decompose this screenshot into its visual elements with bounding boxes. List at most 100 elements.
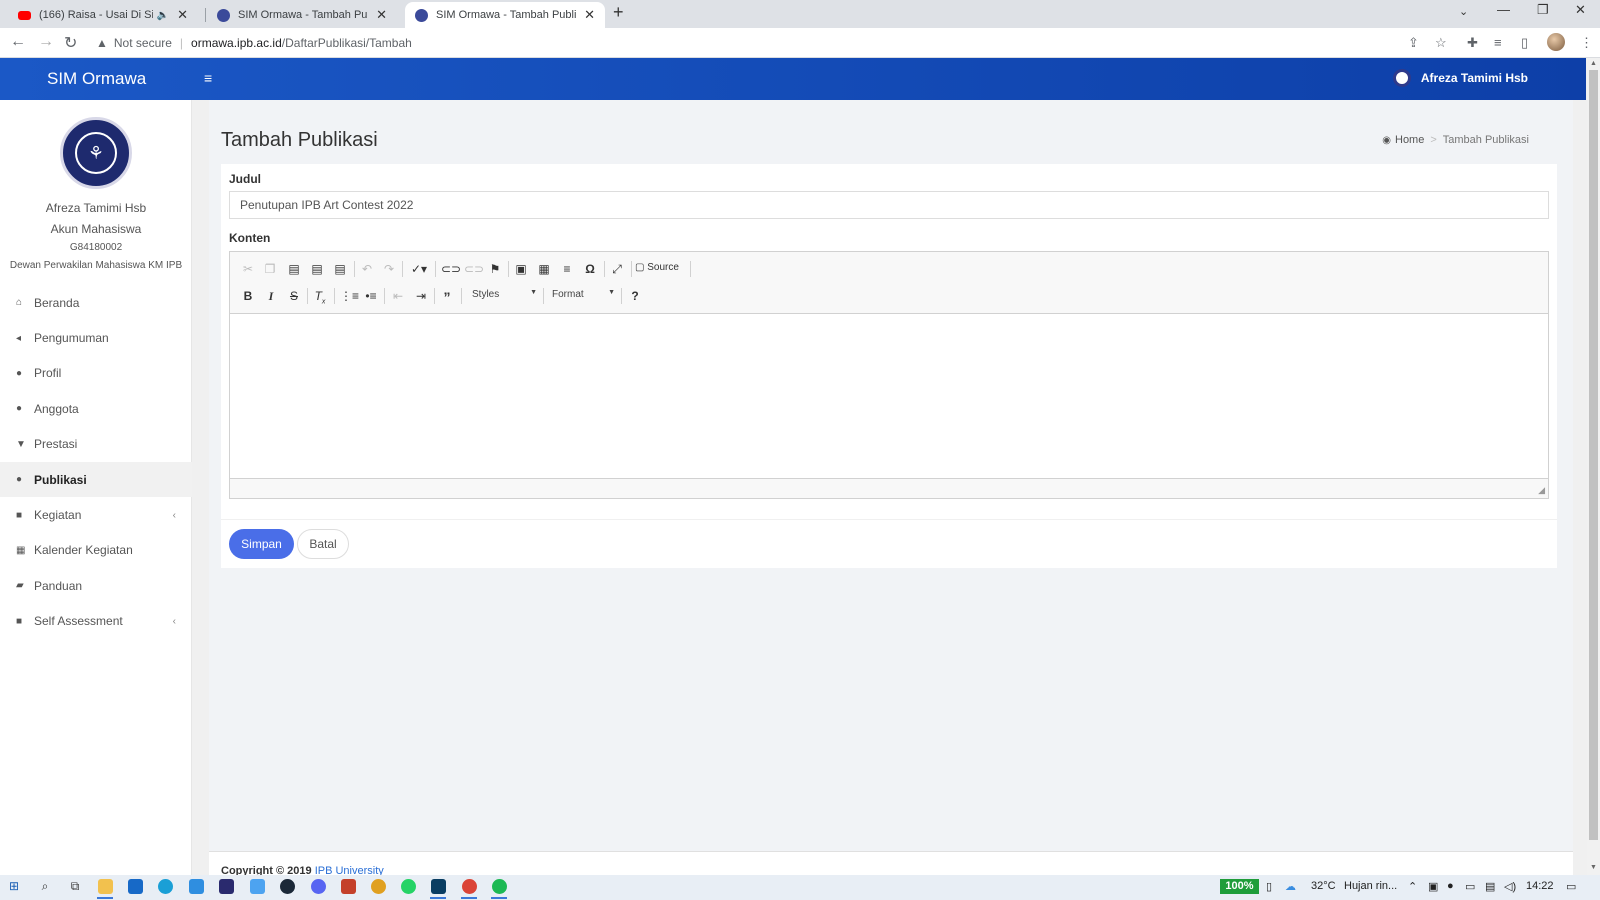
temperature[interactable]: 32°C <box>1311 880 1336 892</box>
batal-button[interactable]: Batal <box>297 529 349 559</box>
share-icon[interactable]: ⇪ <box>1408 35 1419 51</box>
anchor-flag-icon[interactable]: ⚑ <box>487 262 503 276</box>
battery-tray-icon[interactable]: ▭ <box>1465 880 1475 893</box>
numbered-list-icon[interactable]: ⋮≡ <box>340 289 359 303</box>
horizontal-line-icon[interactable]: ≡ <box>559 262 575 276</box>
link-icon[interactable]: ⊂⊃ <box>441 262 461 276</box>
remove-format-icon[interactable]: Tx <box>312 289 328 305</box>
back-icon[interactable]: ← <box>10 33 26 51</box>
sidebar-item-kegiatan[interactable]: ■ Kegiatan ‹ <box>0 497 192 532</box>
battery-icon[interactable]: ▯ <box>1266 880 1272 893</box>
unlink-icon[interactable]: ⊂⊃ <box>464 262 484 276</box>
maximize-icon[interactable]: ⤢ <box>609 262 625 277</box>
resize-handle-icon[interactable]: ◢ <box>1538 485 1545 496</box>
chevron-up-icon[interactable]: ⌃ <box>1408 880 1417 893</box>
whatsapp-icon[interactable] <box>401 879 416 894</box>
minimize-button[interactable]: — <box>1497 2 1510 17</box>
chrome-active-icon[interactable] <box>462 879 477 894</box>
tab-search-icon[interactable]: ⌄ <box>1459 5 1468 18</box>
warning-icon[interactable]: ▲ <box>96 36 108 50</box>
side-panel-icon[interactable]: ▯ <box>1521 35 1528 51</box>
premiere-icon[interactable] <box>219 879 234 894</box>
blockquote-icon[interactable]: ” <box>439 289 455 305</box>
browser-tab-active[interactable]: SIM Ormawa - Tambah Publikasi ✕ <box>405 2 605 28</box>
mail-icon[interactable] <box>128 879 143 894</box>
format-dropdown[interactable]: Format ▼ <box>552 289 615 300</box>
bookmark-star-icon[interactable]: ☆ <box>1435 35 1447 51</box>
editor-content-area[interactable] <box>230 314 1548 478</box>
sidebar-item-pengumuman[interactable]: ◂ Pengumuman <box>0 320 192 355</box>
menu-kebab-icon[interactable]: ⋮ <box>1580 35 1593 51</box>
sidebar-item-prestasi[interactable]: ▼ Prestasi <box>0 427 192 462</box>
paste-word-icon[interactable]: ▤ <box>332 262 348 276</box>
media-icon[interactable]: ≡ <box>1494 35 1502 50</box>
judul-input[interactable]: Penutupan IPB Art Contest 2022 <box>229 191 1549 219</box>
table-icon[interactable]: ▦ <box>536 262 552 276</box>
reload-icon[interactable]: ↻ <box>64 33 77 53</box>
page-scrollbar[interactable]: ▲ ▼ <box>1587 58 1600 875</box>
forward-icon[interactable]: → <box>38 33 54 51</box>
special-char-icon[interactable]: Ω <box>582 262 598 276</box>
lens-app-icon[interactable] <box>189 879 204 894</box>
zoom-icon[interactable] <box>250 879 265 894</box>
breadcrumb-home[interactable]: Home <box>1395 134 1424 146</box>
weather-cloud-icon[interactable]: ☁ <box>1285 880 1296 893</box>
copy-icon[interactable]: ❐ <box>262 262 278 276</box>
redo-icon[interactable]: ↷ <box>381 262 397 276</box>
close-tab-icon[interactable]: ✕ <box>177 7 188 23</box>
file-explorer-icon[interactable] <box>98 879 113 894</box>
user-menu[interactable]: Afreza Tamimi Hsb <box>1392 69 1528 87</box>
extensions-icon[interactable]: ✚ <box>1467 35 1478 51</box>
undo-icon[interactable]: ↶ <box>359 262 375 276</box>
scroll-down-icon[interactable]: ▼ <box>1590 864 1597 871</box>
terminal-app-icon[interactable] <box>431 879 446 894</box>
windows-start-icon[interactable]: ⊞ <box>6 879 22 895</box>
steam-icon[interactable] <box>280 879 295 894</box>
sidebar-item-self-assessment[interactable]: ■ Self Assessment ‹ <box>0 604 192 639</box>
search-icon[interactable]: ⌕ <box>37 879 53 895</box>
network-icon[interactable]: ▤ <box>1485 880 1495 893</box>
scroll-up-icon[interactable]: ▲ <box>1590 60 1597 67</box>
clock[interactable]: 14:22 <box>1526 880 1554 892</box>
bulleted-list-icon[interactable]: •≡ <box>363 289 379 303</box>
discord-icon[interactable] <box>311 879 326 894</box>
sidebar-item-kalender-kegiatan[interactable]: ▦ Kalender Kegiatan <box>0 533 192 568</box>
image-icon[interactable]: ▣ <box>513 262 529 276</box>
spotify-icon[interactable] <box>492 879 507 894</box>
edge-icon[interactable] <box>158 879 173 894</box>
source-button[interactable]: ▢ Source <box>635 262 695 273</box>
microphone-icon[interactable]: ● <box>1447 880 1454 892</box>
outdent-icon[interactable]: ⇤ <box>390 289 406 303</box>
indent-icon[interactable]: ⇥ <box>413 289 429 303</box>
help-icon[interactable]: ? <box>627 289 643 303</box>
profile-avatar[interactable] <box>1547 33 1565 51</box>
browser-tab[interactable]: SIM Ormawa - Tambah Publikasi ✕ <box>207 2 397 28</box>
bold-icon[interactable]: B <box>240 289 256 303</box>
brand-title[interactable]: SIM Ormawa <box>47 69 146 89</box>
sidebar-item-profil[interactable]: ● Profil <box>0 356 192 391</box>
device-icon[interactable]: ▣ <box>1428 880 1438 893</box>
speaker-icon[interactable]: 🔈 <box>157 10 169 21</box>
volume-icon[interactable]: ◁) <box>1504 880 1516 893</box>
browser-tab[interactable]: (166) Raisa - Usai Di Sini (Live 🔈 ✕ <box>8 2 198 28</box>
powerpoint-icon[interactable] <box>341 879 356 894</box>
sidebar-item-anggota[interactable]: ● Anggota <box>0 391 192 426</box>
simpan-button[interactable]: Simpan <box>229 529 294 559</box>
styles-dropdown[interactable]: Styles ▼ <box>472 289 537 300</box>
sidebar-item-beranda[interactable]: ⌂ Beranda <box>0 285 192 320</box>
sidebar-item-publikasi[interactable]: ● Publikasi <box>0 461 192 498</box>
url-bar[interactable]: ▲ Not secure | ormawa.ipb.ac.id /DaftarP… <box>88 31 1444 55</box>
close-window-button[interactable]: ✕ <box>1575 2 1586 18</box>
notification-icon[interactable]: ▭ <box>1566 880 1576 893</box>
hamburger-menu-icon[interactable]: ≡ <box>204 70 212 86</box>
paste-text-icon[interactable]: ▤ <box>309 262 325 276</box>
cut-icon[interactable]: ✂ <box>240 262 256 276</box>
weather-text[interactable]: Hujan rin... <box>1344 880 1397 892</box>
chrome-icon[interactable] <box>371 879 386 894</box>
spellcheck-icon[interactable]: ✓▾ <box>408 262 430 276</box>
paste-icon[interactable]: ▤ <box>286 262 302 276</box>
restore-button[interactable]: ❐ <box>1537 2 1549 18</box>
strikethrough-icon[interactable]: S <box>286 289 302 303</box>
close-tab-icon[interactable]: ✕ <box>584 7 595 23</box>
italic-icon[interactable]: I <box>263 289 279 304</box>
